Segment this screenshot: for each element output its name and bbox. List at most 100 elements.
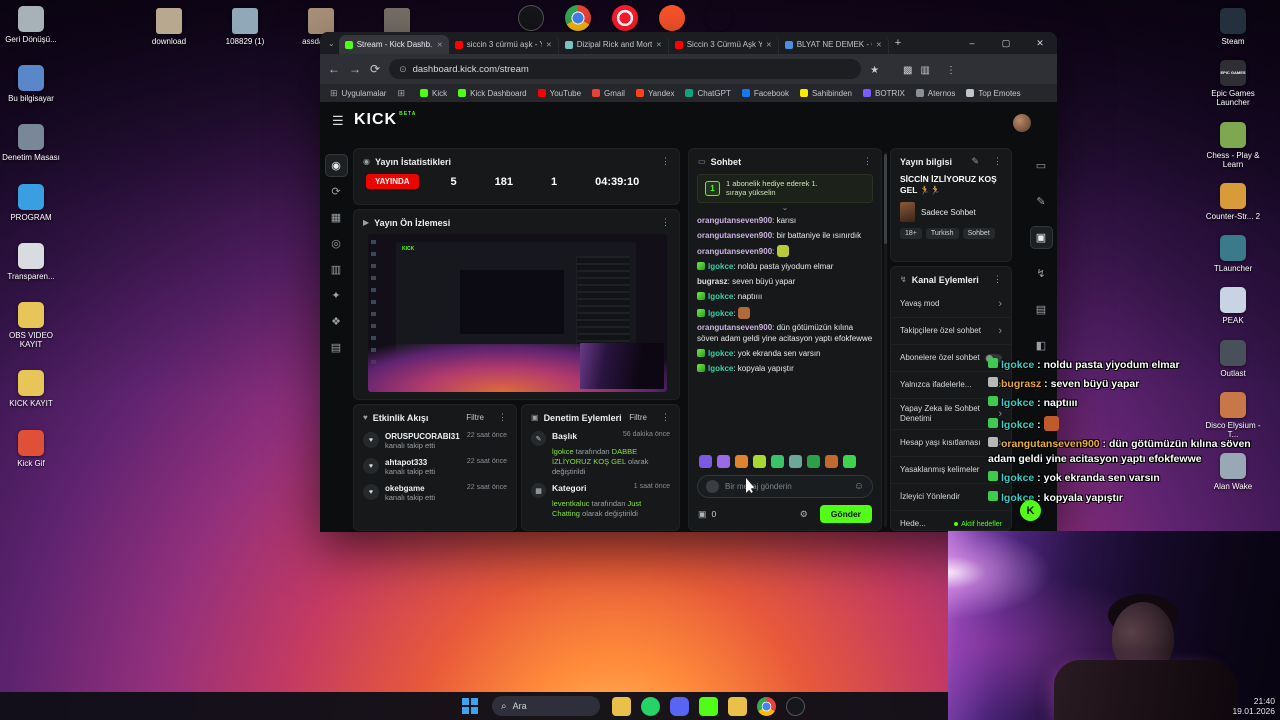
chat-username[interactable]: lgokce	[708, 309, 733, 318]
chat-username[interactable]: lgokce	[708, 364, 733, 373]
banner-collapse-icon[interactable]: ⌄	[689, 203, 881, 214]
recycle-bin-icon[interactable]: Geri Dönüşü...	[0, 6, 62, 44]
channel-action-row[interactable]: Takipçilere özel sohbet ›	[891, 317, 1011, 344]
activity-kebab-icon[interactable]: ⋮	[498, 412, 507, 423]
reload-icon[interactable]: ⟳	[370, 62, 380, 76]
quick-emote[interactable]	[789, 455, 802, 468]
tab-search-icon[interactable]: ⌄	[324, 39, 339, 48]
tab-close-icon[interactable]: ✕	[656, 41, 662, 49]
maximize-button[interactable]: ▢	[989, 32, 1023, 54]
taskbar-clock[interactable]: 21:40 19.01.2026	[1232, 696, 1275, 717]
chat-username[interactable]: bugrasz	[697, 277, 728, 286]
stats-kebab-icon[interactable]: ⋮	[661, 156, 670, 167]
chat-username[interactable]: lgokce	[708, 262, 733, 271]
bookmark-item[interactable]: Aternos	[915, 89, 955, 98]
chrome-shortcut-icon[interactable]	[612, 5, 638, 31]
menu-kebab-icon[interactable]: ⋮	[946, 60, 956, 78]
panels-icon[interactable]: ▥	[325, 258, 348, 281]
chat-settings-gear-icon[interactable]: ⚙	[800, 509, 808, 520]
start-button[interactable]	[462, 698, 478, 714]
channel-actions-kebab-icon[interactable]: ⋮	[993, 274, 1002, 285]
program-icon[interactable]: PROGRAM	[0, 183, 62, 222]
user-avatar[interactable]	[1013, 114, 1031, 132]
folder-icon[interactable]	[757, 696, 776, 716]
bookmark-item[interactable]: Yandex	[635, 89, 674, 98]
bookmark-item[interactable]: Gmail	[592, 89, 625, 98]
dashboard-scrollbar[interactable]	[884, 152, 887, 527]
emote-picker-icon[interactable]: ☺	[854, 481, 864, 492]
quick-emote[interactable]	[717, 455, 730, 468]
cs2-icon[interactable]: Counter-Str... 2	[1202, 182, 1264, 221]
moderation-item[interactable]: ▦ Kategori 1 saat önce leventkaluc taraf…	[522, 480, 679, 523]
bookmark-item[interactable]: ChatGPT	[685, 89, 731, 98]
peak-icon[interactable]: PEAK	[1202, 287, 1264, 325]
quick-emote[interactable]	[753, 455, 766, 468]
chat-username[interactable]: orangutanseven900	[697, 231, 772, 240]
analytics-icon[interactable]: ▤	[325, 336, 348, 359]
whatsapp-icon[interactable]	[670, 696, 689, 716]
edit-icon[interactable]: ✎	[1030, 190, 1053, 213]
photos-app-icon[interactable]	[612, 696, 631, 716]
obs-video-folder-icon[interactable]: OBS VIDEO KAYIT	[0, 301, 62, 349]
hamburger-menu-icon[interactable]: ☰	[332, 113, 344, 129]
discord-icon[interactable]	[699, 696, 718, 716]
activity-item[interactable]: ♥ ahtapot333 kanalı takip etti 22 saat ö…	[354, 454, 516, 480]
steam-icon[interactable]: Steam	[1202, 8, 1264, 46]
tlauncher-icon[interactable]: TLauncher	[1202, 235, 1264, 273]
stream-icon[interactable]: ◉	[324, 154, 348, 177]
cards-icon[interactable]: ▤	[1030, 298, 1053, 321]
kick-app-icon[interactable]	[728, 696, 747, 716]
epic-games-icon[interactable]: EPIC GAMES Epic Games Launcher	[1202, 60, 1264, 107]
bookmark-item[interactable]: Top Emotes	[966, 89, 1021, 98]
activity-item[interactable]: ♥ okebgame kanalı takip etti 22 saat önc…	[354, 480, 516, 506]
close-button[interactable]: ✕	[1023, 32, 1057, 54]
channel-action-row[interactable]: Yavaş mod ›	[891, 290, 1011, 317]
site-info-icon[interactable]: ⊙	[399, 64, 407, 75]
extensions-puzzle-icon[interactable]: ▩	[903, 60, 912, 78]
tab-close-icon[interactable]: ✕	[766, 41, 772, 49]
bookmark-item[interactable]: ⊞ Uygulamalar	[330, 88, 386, 99]
quick-emote[interactable]	[735, 455, 748, 468]
community-icon[interactable]: ❖	[325, 310, 348, 333]
taskbar-search[interactable]: ⌕ Ara	[492, 696, 600, 716]
browser-tab[interactable]: BLYAT NE DEMEK - G... ✕	[779, 35, 889, 54]
quick-emote[interactable]	[807, 455, 820, 468]
quick-emote[interactable]	[825, 455, 838, 468]
bookmark-star-icon[interactable]: ★	[870, 60, 879, 78]
bookmark-item[interactable]: YouTube	[537, 89, 581, 98]
chat-username[interactable]: orangutanseven900	[697, 247, 772, 256]
tab-close-icon[interactable]: ✕	[546, 41, 552, 49]
tab-close-icon[interactable]: ✕	[437, 41, 443, 49]
bookmark-item[interactable]: Sahibinden	[799, 89, 852, 98]
obs-icon[interactable]	[815, 697, 834, 716]
media-folder-icon[interactable]	[641, 696, 660, 716]
back-icon[interactable]: ←	[328, 62, 340, 76]
dark-app-shortcut-icon[interactable]	[565, 5, 591, 31]
clips-icon[interactable]: ⟳	[325, 180, 348, 203]
bookmark-item[interactable]: Kick Dashboard	[458, 89, 527, 98]
chat-kebab-icon[interactable]: ⋮	[863, 156, 872, 167]
chess-icon[interactable]: Chess - Play & Learn	[1202, 121, 1264, 169]
activity-item[interactable]: ♥ ORUSPUCORABI31 kanalı takip etti 22 sa…	[354, 428, 516, 454]
chat-input[interactable]: Bir mesaj gönderin ☺	[697, 475, 873, 498]
opera-shortcut-icon[interactable]	[659, 5, 685, 31]
control-panel-icon[interactable]: Denetim Masası	[0, 124, 62, 162]
preview-kebab-icon[interactable]: ⋮	[661, 217, 670, 228]
quick-emote[interactable]	[699, 455, 712, 468]
activity-filter-button[interactable]: Filtre	[466, 413, 484, 422]
browser-tab[interactable]: Siccin 3 Cürmü Aşk Y... ✕	[669, 35, 779, 54]
chat-username[interactable]: orangutanseven900	[697, 323, 772, 332]
moderation-filter-button[interactable]: Filtre	[629, 413, 647, 422]
browser-tab[interactable]: Dizipal Rick and Mort... ✕	[559, 35, 669, 54]
transparent-app-icon[interactable]: Transparen...	[0, 242, 62, 281]
tab-close-icon[interactable]: ✕	[876, 41, 882, 49]
new-tab-button[interactable]: +	[889, 37, 907, 49]
browser-tab[interactable]: Stream - Kick Dashb... ✕	[338, 35, 449, 54]
bookmark-item[interactable]: Facebook	[741, 89, 789, 98]
bookmark-item[interactable]: Kick	[420, 89, 447, 98]
tools-icon[interactable]: ✦	[325, 284, 348, 307]
chrome-icon[interactable]	[786, 696, 805, 716]
sidebar-icon[interactable]: ▥	[920, 60, 929, 78]
quick-emote[interactable]	[843, 455, 856, 468]
quick-actions-icon[interactable]: ↯	[1030, 262, 1053, 285]
